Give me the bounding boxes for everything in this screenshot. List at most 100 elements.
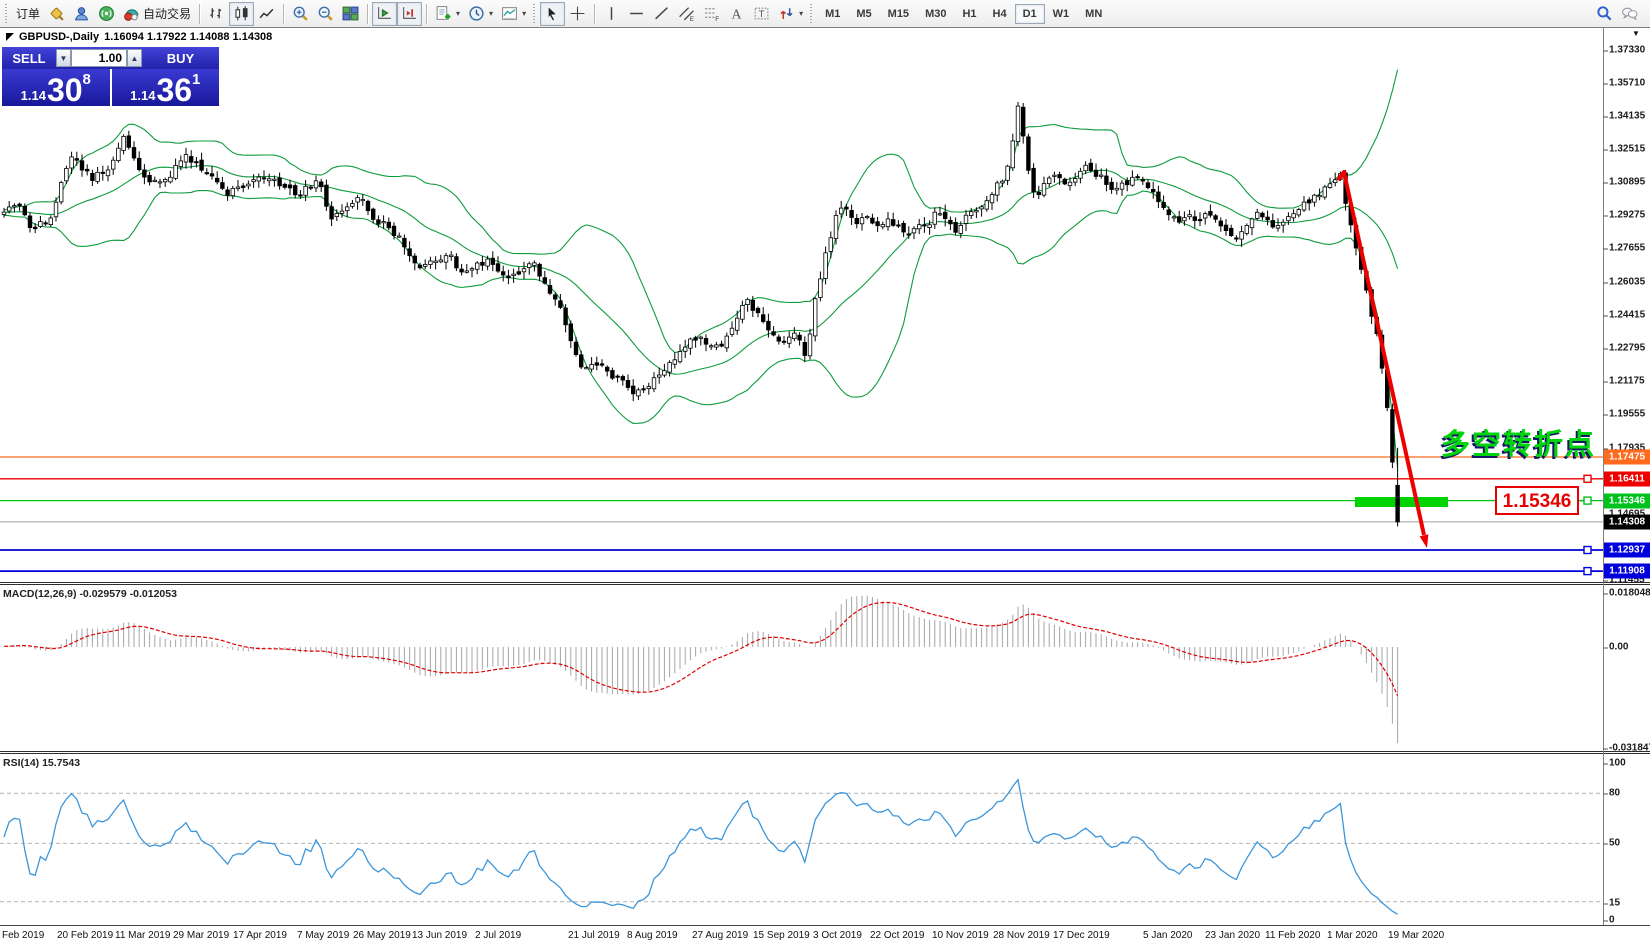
timeframe-h4[interactable]: H4 xyxy=(985,4,1015,24)
sell-price-display[interactable]: 1.14308 xyxy=(2,69,110,106)
level-price-label[interactable]: 1.15346 xyxy=(1496,487,1584,514)
buy-price-display[interactable]: 1.14361 xyxy=(112,69,220,106)
timeframe-m30[interactable]: M30 xyxy=(917,4,954,24)
toolbar-grip[interactable] xyxy=(5,4,7,24)
autotrading-label: 自动交易 xyxy=(143,5,191,22)
rsi-panel[interactable] xyxy=(0,755,1604,925)
chart-title: GBPUSD-,Daily 1.16094 1.17922 1.14088 1.… xyxy=(6,31,272,43)
autotrading-icon xyxy=(123,5,140,22)
zoom-out-icon xyxy=(317,5,334,22)
fibonacci-icon: F xyxy=(703,5,720,22)
date-axis-label: 27 Aug 2019 xyxy=(692,930,748,941)
volume-input[interactable]: 1.00 xyxy=(71,49,127,67)
volume-increase-button[interactable]: ▲ xyxy=(127,49,142,67)
date-axis-label: 1 Mar 2020 xyxy=(1327,930,1378,941)
toolbar-grip[interactable] xyxy=(533,4,535,24)
svg-text:A: A xyxy=(732,6,742,21)
arrows-button[interactable]: ▾ xyxy=(774,2,807,26)
panel-separator[interactable] xyxy=(0,582,1650,585)
zoom-in-button[interactable] xyxy=(288,2,313,26)
zoom-out-button[interactable] xyxy=(313,2,338,26)
templates-button[interactable]: ▾ xyxy=(497,2,530,26)
horizontal-line-icon xyxy=(628,5,645,22)
object-selection-handles[interactable] xyxy=(1584,475,1591,574)
turning-point-annotation[interactable]: 多空转折点多空转折点 xyxy=(1439,427,1596,463)
horizontal-level-lines[interactable] xyxy=(0,457,1603,571)
volume-decrease-button[interactable]: ▼ xyxy=(56,49,71,67)
label-tool-button[interactable]: T xyxy=(749,2,774,26)
chevron-down-icon: ▾ xyxy=(799,9,803,18)
date-axis-label: 23 Jan 2020 xyxy=(1205,930,1260,941)
date-axis-label: 8 Aug 2019 xyxy=(627,930,678,941)
one-click-trade-panel: SELL ▼ 1.00 ▲ BUY 1.14308 1.14361 xyxy=(2,47,219,106)
auto-scroll-button[interactable] xyxy=(372,2,397,26)
date-axis-label: 19 Mar 2020 xyxy=(1388,930,1444,941)
price-axis-label: 1.30895 xyxy=(1609,177,1645,188)
panel-separator[interactable] xyxy=(0,751,1650,754)
sell-price-big: 30 xyxy=(47,77,83,103)
buy-price-big: 36 xyxy=(156,77,192,103)
toolbar-separator xyxy=(367,4,368,24)
community-button[interactable] xyxy=(69,2,94,26)
tile-windows-button[interactable] xyxy=(338,2,363,26)
timeframe-m5[interactable]: M5 xyxy=(848,4,879,24)
sell-price-sup: 8 xyxy=(83,71,91,88)
new-order-button[interactable]: 订单 xyxy=(12,2,44,26)
clock-icon xyxy=(468,5,485,22)
timeframe-h1[interactable]: H1 xyxy=(954,4,984,24)
date-axis-label: 15 Sep 2019 xyxy=(753,930,810,941)
ohlc-values: 1.16094 1.17922 1.14088 1.14308 xyxy=(104,31,272,43)
timeframe-m1[interactable]: M1 xyxy=(817,4,848,24)
profile-icon xyxy=(73,5,90,22)
macd-axis-label: -0.031847 xyxy=(1609,743,1650,754)
price-axis[interactable]: 1.373301.357101.341351.325151.308951.292… xyxy=(1604,0,1650,951)
new-order-label: 订单 xyxy=(16,5,40,22)
toolbar: 订单 自动交易 xyxy=(0,0,1650,28)
timeframe-mn[interactable]: MN xyxy=(1077,4,1110,24)
main-price-chart[interactable]: 多空转折点多空转折点 1.15346 xyxy=(0,28,1604,583)
bollinger-bands[interactable] xyxy=(4,70,1398,468)
sell-button[interactable]: SELL xyxy=(2,51,56,66)
macd-indicator-label: MACD(12,26,9) -0.029579 -0.012053 xyxy=(3,588,177,600)
zoom-in-icon xyxy=(292,5,309,22)
green-highlight-rect[interactable] xyxy=(1355,497,1448,507)
crosshair-button[interactable] xyxy=(565,2,590,26)
date-axis-label: 17 Apr 2019 xyxy=(233,930,287,941)
seal-button[interactable] xyxy=(44,2,69,26)
vertical-line-button[interactable] xyxy=(599,2,624,26)
line-chart-button[interactable] xyxy=(254,2,279,26)
macd-panel[interactable] xyxy=(0,586,1604,752)
macd-axis-label: 0.00 xyxy=(1609,642,1628,653)
trendline-button[interactable] xyxy=(649,2,674,26)
date-axis-label: 17 Dec 2019 xyxy=(1053,930,1110,941)
bar-chart-button[interactable] xyxy=(204,2,229,26)
price-axis-label: 1.29275 xyxy=(1609,210,1645,221)
date-axis-label: 29 Mar 2019 xyxy=(173,930,229,941)
autotrading-button[interactable]: 自动交易 xyxy=(119,2,195,26)
date-axis[interactable]: Feb 201920 Feb 201911 Mar 201929 Mar 201… xyxy=(0,925,1650,951)
broadcast-icon xyxy=(98,5,115,22)
buy-button[interactable]: BUY xyxy=(142,51,219,66)
horizontal-line-button[interactable] xyxy=(624,2,649,26)
broadcast-button[interactable] xyxy=(94,2,119,26)
date-axis-label: 21 Jul 2019 xyxy=(568,930,620,941)
timeframe-d1[interactable]: D1 xyxy=(1015,4,1045,24)
date-axis-label: 10 Nov 2019 xyxy=(932,930,989,941)
price-badge: 1.14308 xyxy=(1604,515,1650,530)
text-tool-button[interactable]: A xyxy=(724,2,749,26)
toolbar-grip[interactable] xyxy=(810,4,812,24)
price-badge: 1.12937 xyxy=(1604,543,1650,558)
chart-shift-button[interactable] xyxy=(397,2,422,26)
timeframe-w1[interactable]: W1 xyxy=(1045,4,1078,24)
chevron-down-icon: ▾ xyxy=(489,9,493,18)
equidistant-channel-icon: E xyxy=(678,5,695,22)
vertical-line-icon xyxy=(603,5,620,22)
candlestick-button[interactable] xyxy=(229,2,254,26)
channel-button[interactable]: E xyxy=(674,2,699,26)
cursor-button[interactable] xyxy=(540,2,565,26)
timeframe-m15[interactable]: M15 xyxy=(880,4,917,24)
price-axis-label: 1.26035 xyxy=(1609,277,1645,288)
indicators-button[interactable]: ▾ xyxy=(431,2,464,26)
periods-button[interactable]: ▾ xyxy=(464,2,497,26)
fibonacci-button[interactable]: F xyxy=(699,2,724,26)
